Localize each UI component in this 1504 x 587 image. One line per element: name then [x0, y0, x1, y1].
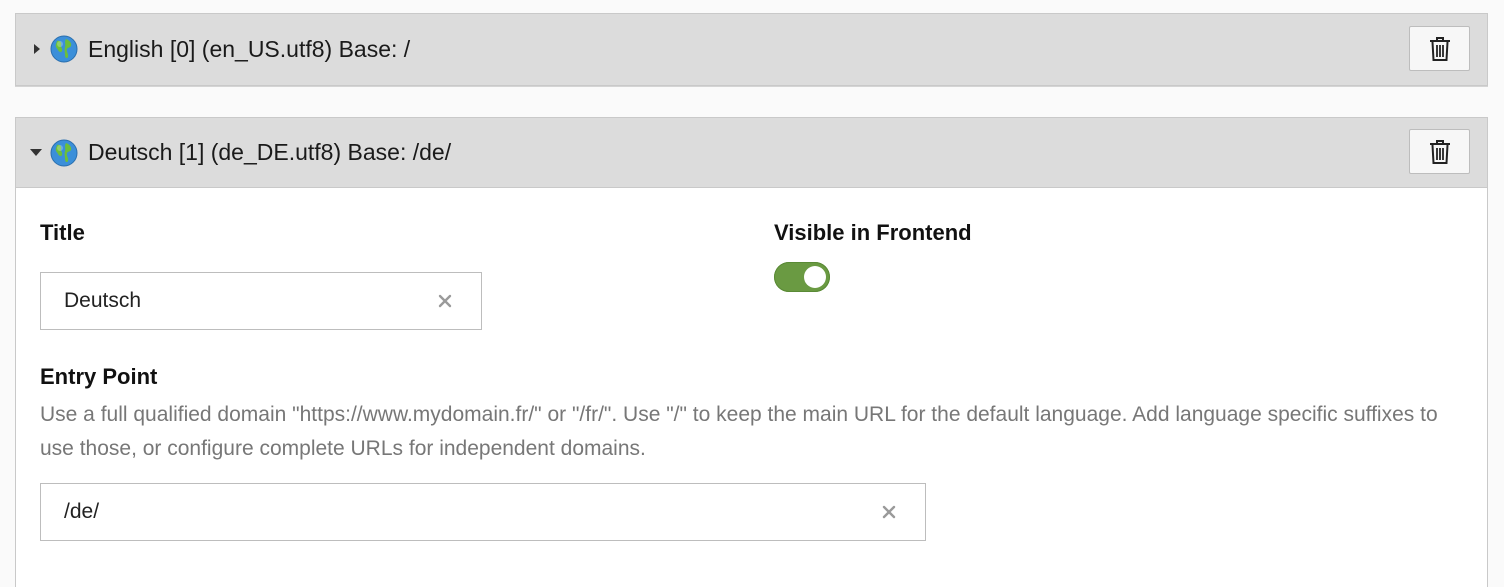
- caret-down-icon[interactable]: [30, 149, 42, 156]
- title-input[interactable]: Deutsch: [40, 272, 482, 330]
- close-icon[interactable]: [881, 504, 897, 520]
- delete-language-button[interactable]: [1409, 26, 1470, 71]
- toggle-knob: [804, 266, 826, 288]
- visible-in-frontend-toggle[interactable]: [774, 262, 830, 292]
- title-label: Title: [40, 220, 85, 245]
- close-icon[interactable]: [437, 293, 453, 309]
- visible-in-frontend-label: Visible in Frontend: [774, 220, 972, 245]
- language-header-label: English [0] (en_US.utf8) Base: /: [88, 35, 411, 62]
- trash-icon: [1429, 139, 1450, 164]
- entry-point-label: Entry Point: [40, 364, 158, 389]
- trash-icon: [1429, 36, 1450, 61]
- entry-point-description: Use a full qualified domain "https://www…: [40, 403, 1438, 460]
- language-panel-english: English [0] (en_US.utf8) Base: /: [15, 13, 1488, 86]
- language-panel-deutsch: Deutsch [1] (de_DE.utf8) Base: /de/ Titl…: [15, 117, 1488, 587]
- globe-icon: [50, 35, 78, 63]
- language-header-label: Deutsch [1] (de_DE.utf8) Base: /de/: [88, 139, 452, 165]
- entry-point-input[interactable]: /de/: [40, 483, 926, 541]
- language-panel-header-deutsch[interactable]: Deutsch [1] (de_DE.utf8) Base: /de/: [16, 118, 1487, 188]
- caret-right-icon[interactable]: [34, 44, 40, 54]
- language-panel-header-english[interactable]: English [0] (en_US.utf8) Base: /: [16, 14, 1487, 84]
- entry-point-input-value[interactable]: /de/: [64, 500, 881, 524]
- title-input-value[interactable]: Deutsch: [64, 289, 437, 313]
- globe-icon: [50, 139, 78, 166]
- delete-language-button[interactable]: [1409, 129, 1470, 174]
